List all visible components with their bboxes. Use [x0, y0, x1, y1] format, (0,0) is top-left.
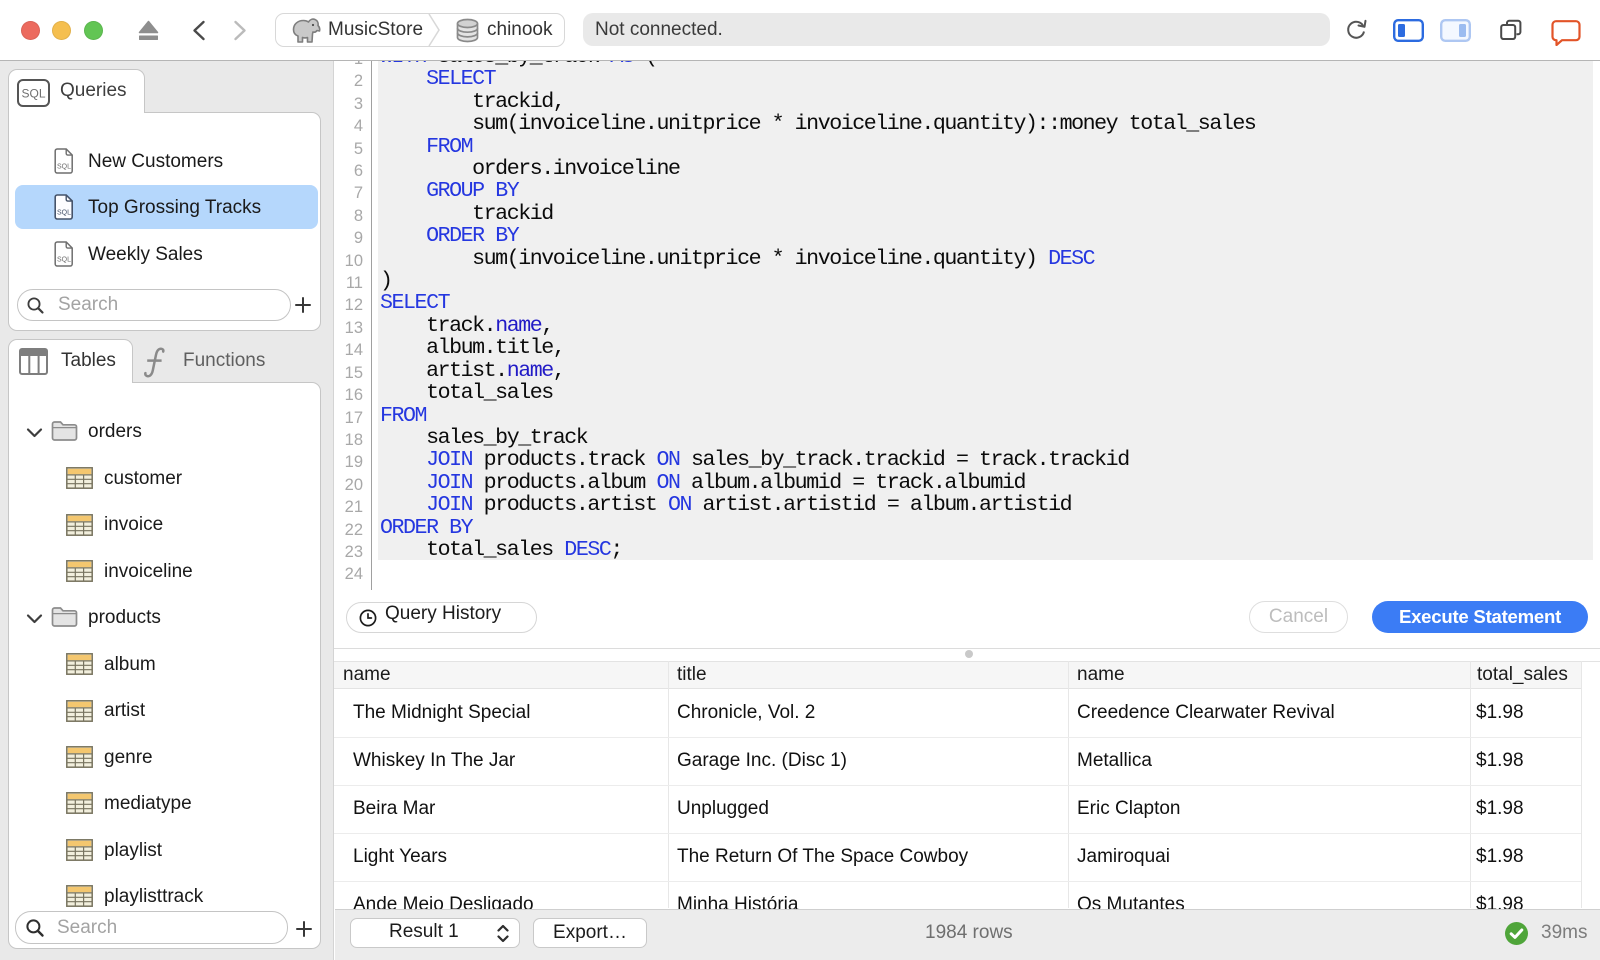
- svg-text:SQL: SQL: [57, 164, 71, 171]
- svg-text:SQL: SQL: [57, 210, 71, 217]
- svg-text:SQL: SQL: [21, 87, 45, 101]
- svg-text:SQL: SQL: [57, 257, 71, 264]
